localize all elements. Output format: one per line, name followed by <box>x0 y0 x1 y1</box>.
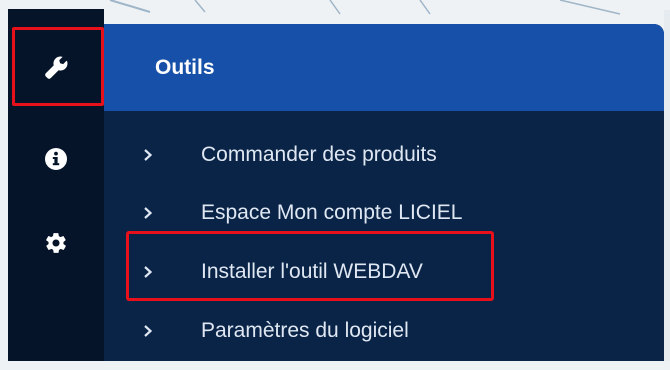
wrench-icon <box>45 56 68 79</box>
panel-title: Outils <box>155 55 215 79</box>
chevron-right-icon <box>144 325 153 337</box>
chevron-right-icon <box>144 149 153 161</box>
info-icon <box>45 148 67 170</box>
menu-item-label: Paramètres du logiciel <box>201 319 409 342</box>
rail-button-settings[interactable] <box>8 201 104 285</box>
menu-item-account-space[interactable]: Espace Mon compte LICIEL <box>104 186 664 240</box>
tools-panel: Outils Commander des produits Espace Mon… <box>104 24 664 361</box>
rail-button-info[interactable] <box>8 117 104 201</box>
rail-button-tools[interactable] <box>8 26 104 110</box>
sidebar-rail <box>8 9 104 361</box>
chevron-right-icon <box>144 266 153 278</box>
menu-item-label: Installer l'outil WEBDAV <box>201 260 423 283</box>
panel-header: Outils <box>104 24 664 111</box>
menu-item-software-settings[interactable]: Paramètres du logiciel <box>104 304 664 358</box>
chevron-right-icon <box>144 207 153 219</box>
menu-item-label: Commander des produits <box>201 143 437 166</box>
menu-item-order-products[interactable]: Commander des produits <box>104 128 664 182</box>
menu-item-label: Espace Mon compte LICIEL <box>201 201 463 224</box>
menu-item-install-webdav[interactable]: Installer l'outil WEBDAV <box>104 245 664 299</box>
gear-icon <box>46 233 66 253</box>
panel-edge <box>664 10 670 361</box>
